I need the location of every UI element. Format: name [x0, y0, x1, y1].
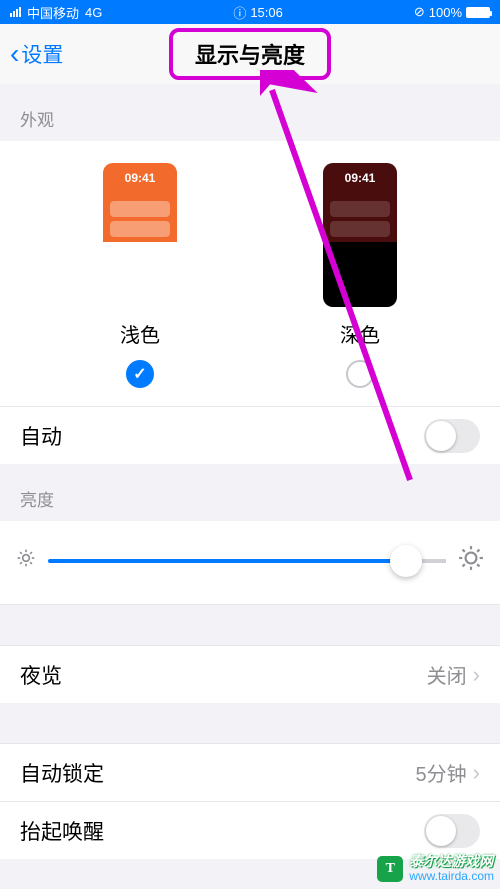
nav-header: ‹ 设置 显示与亮度	[0, 24, 500, 84]
auto-switch[interactable]	[424, 419, 480, 453]
chevron-left-icon: ‹	[10, 40, 19, 68]
raise-wake-switch[interactable]	[424, 814, 480, 848]
watermark-name: 泰尔达游戏网	[409, 854, 494, 869]
night-shift-value: 关闭 ›	[427, 660, 480, 689]
chevron-right-icon: ›	[473, 662, 480, 688]
status-right: ⊘ 100%	[414, 4, 490, 20]
auto-label: 自动	[20, 421, 62, 451]
light-radio[interactable]	[126, 360, 154, 388]
network-label: 4G	[85, 5, 102, 20]
watermark: T 泰尔达游戏网 www.tairda.com	[377, 854, 494, 883]
watermark-url: www.tairda.com	[409, 870, 494, 883]
brightness-slider[interactable]	[48, 559, 446, 563]
status-center: ⓘ 15:06	[102, 3, 413, 22]
auto-lock-value: 5分钟 ›	[416, 758, 480, 787]
battery-icon	[466, 7, 490, 18]
sun-small-icon	[16, 548, 36, 573]
rotation-lock-icon: ⊘	[414, 4, 425, 20]
appearance-options: 09:41 浅色 09:41 深色	[0, 141, 500, 406]
dark-thumbnail: 09:41	[323, 163, 397, 307]
section-header-appearance: 外观	[0, 84, 500, 141]
row-night-shift[interactable]: 夜览 关闭 ›	[0, 645, 500, 703]
back-label: 设置	[21, 39, 63, 69]
status-bar: 中国移动 4G ⓘ 15:06 ⊘ 100%	[0, 0, 500, 24]
watermark-logo: T	[377, 856, 403, 882]
page-title: 显示与亮度	[195, 38, 305, 70]
row-auto-lock[interactable]: 自动锁定 5分钟 ›	[0, 743, 500, 801]
title-highlight-box: 显示与亮度	[169, 28, 331, 80]
thumb-time: 09:41	[323, 171, 397, 185]
brightness-slider-row	[0, 521, 500, 605]
theme-option-light[interactable]: 09:41 浅色	[103, 163, 177, 388]
dark-radio[interactable]	[346, 360, 374, 388]
theme-option-dark[interactable]: 09:41 深色	[323, 163, 397, 388]
signal-bars-icon	[10, 7, 21, 17]
light-label: 浅色	[120, 319, 160, 348]
section-header-brightness: 亮度	[0, 464, 500, 521]
status-left: 中国移动 4G	[10, 3, 102, 22]
hotspot-icon: ⓘ	[233, 3, 246, 22]
carrier-label: 中国移动	[27, 3, 79, 22]
sun-large-icon	[458, 545, 484, 576]
dark-label: 深色	[340, 319, 380, 348]
light-thumbnail: 09:41	[103, 163, 177, 307]
row-raise-to-wake[interactable]: 抬起唤醒	[0, 801, 500, 859]
slider-thumb[interactable]	[390, 545, 422, 577]
night-shift-label: 夜览	[20, 660, 62, 690]
appearance-panel: 09:41 浅色 09:41 深色 自动	[0, 141, 500, 464]
clock-label: 15:06	[250, 5, 283, 20]
row-auto-appearance[interactable]: 自动	[0, 406, 500, 464]
battery-pct-label: 100%	[429, 5, 462, 20]
chevron-right-icon: ›	[473, 760, 480, 786]
thumb-time: 09:41	[103, 171, 177, 185]
back-button[interactable]: ‹ 设置	[10, 39, 63, 69]
raise-wake-label: 抬起唤醒	[20, 816, 104, 846]
auto-lock-label: 自动锁定	[20, 758, 104, 788]
